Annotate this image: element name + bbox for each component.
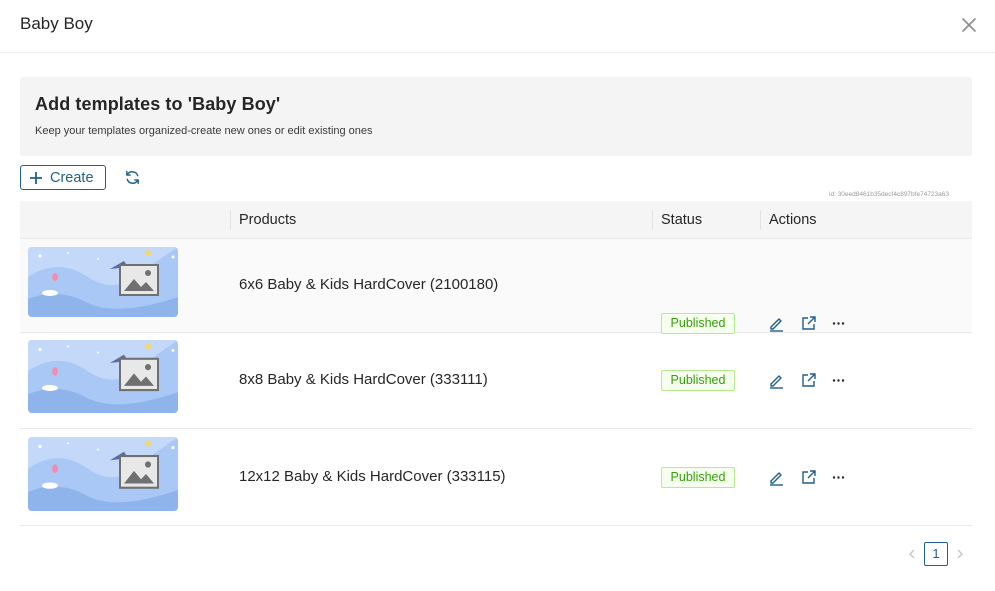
close-button[interactable] <box>958 14 980 36</box>
product-name[interactable]: 12x12 Baby & Kids HardCover (333115) <box>239 468 506 485</box>
header-actions: Actions <box>769 212 817 228</box>
product-name[interactable]: 8x8 Baby & Kids HardCover (333111) <box>239 371 488 388</box>
more-actions-button[interactable] <box>830 469 847 486</box>
close-icon <box>962 18 976 32</box>
edit-button[interactable] <box>768 372 785 389</box>
header-status: Status <box>661 212 703 228</box>
chevron-right-icon <box>957 549 963 559</box>
table-row: · · · 6x6 Baby & Kids HardCover (2100180… <box>20 239 972 334</box>
header-separator <box>652 210 653 230</box>
more-actions-button[interactable] <box>830 315 847 332</box>
refresh-button[interactable] <box>123 168 142 187</box>
chevron-left-icon <box>909 549 915 559</box>
plus-icon <box>30 171 42 184</box>
edit-icon <box>770 318 783 332</box>
more-icon <box>832 476 845 479</box>
more-icon <box>832 322 845 325</box>
open-external-button[interactable] <box>800 315 817 332</box>
edit-icon <box>770 472 783 486</box>
create-button[interactable]: Create <box>20 165 106 190</box>
banner-subtitle: Keep your templates organized-create new… <box>35 125 373 137</box>
svg-text:· · ·: · · · <box>140 300 145 304</box>
edit-button[interactable] <box>768 469 785 486</box>
header-products: Products <box>239 212 297 228</box>
template-thumbnail-image: · · · <box>28 340 178 413</box>
external-link-icon <box>802 470 816 484</box>
product-name[interactable]: 6x6 Baby & Kids HardCover (2100180) <box>239 276 498 293</box>
pagination-next-button[interactable] <box>954 546 966 562</box>
open-external-button[interactable] <box>800 372 817 389</box>
status-badge: Published <box>661 467 735 488</box>
modal-header: Baby Boy <box>0 0 995 53</box>
table-row: · · · 12x12 Baby & Kids HardCover (33311… <box>20 429 972 526</box>
create-button-label: Create <box>50 169 94 186</box>
pagination-prev-button[interactable] <box>906 546 918 562</box>
table-header: Products Status Actions <box>20 201 972 239</box>
modal-title: Baby Boy <box>20 14 93 33</box>
template-thumbnail[interactable]: · · · <box>28 247 178 317</box>
status-badge: Published <box>661 370 735 391</box>
template-thumbnail[interactable]: · · · <box>28 437 178 511</box>
svg-text:· · ·: · · · <box>140 493 145 497</box>
template-thumbnail[interactable]: · · · <box>28 340 178 413</box>
status-badge: Published <box>661 313 735 334</box>
more-icon <box>832 379 845 382</box>
template-id-label: id: 30eed8461b35decf4c897bfe74723a63 <box>829 191 950 198</box>
table-row: · · · 8x8 Baby & Kids HardCover (333111)… <box>20 333 972 429</box>
open-external-button[interactable] <box>800 469 817 486</box>
templates-table: Products Status Actions · · · 6x6 Baby &… <box>20 201 972 526</box>
external-link-icon <box>802 373 816 387</box>
edit-icon <box>770 375 783 389</box>
external-link-icon <box>802 316 816 330</box>
header-separator <box>760 210 761 230</box>
edit-button[interactable] <box>768 315 785 332</box>
refresh-icon <box>126 170 139 185</box>
header-separator <box>230 210 231 230</box>
pagination-page-1[interactable]: 1 <box>924 542 948 566</box>
banner-title: Add templates to 'Baby Boy' <box>35 94 281 114</box>
template-thumbnail-image: · · · <box>28 437 178 511</box>
more-actions-button[interactable] <box>830 372 847 389</box>
svg-text:· · ·: · · · <box>140 395 145 399</box>
info-banner: Add templates to 'Baby Boy' Keep your te… <box>20 77 972 156</box>
template-thumbnail-image: · · · <box>28 247 178 317</box>
